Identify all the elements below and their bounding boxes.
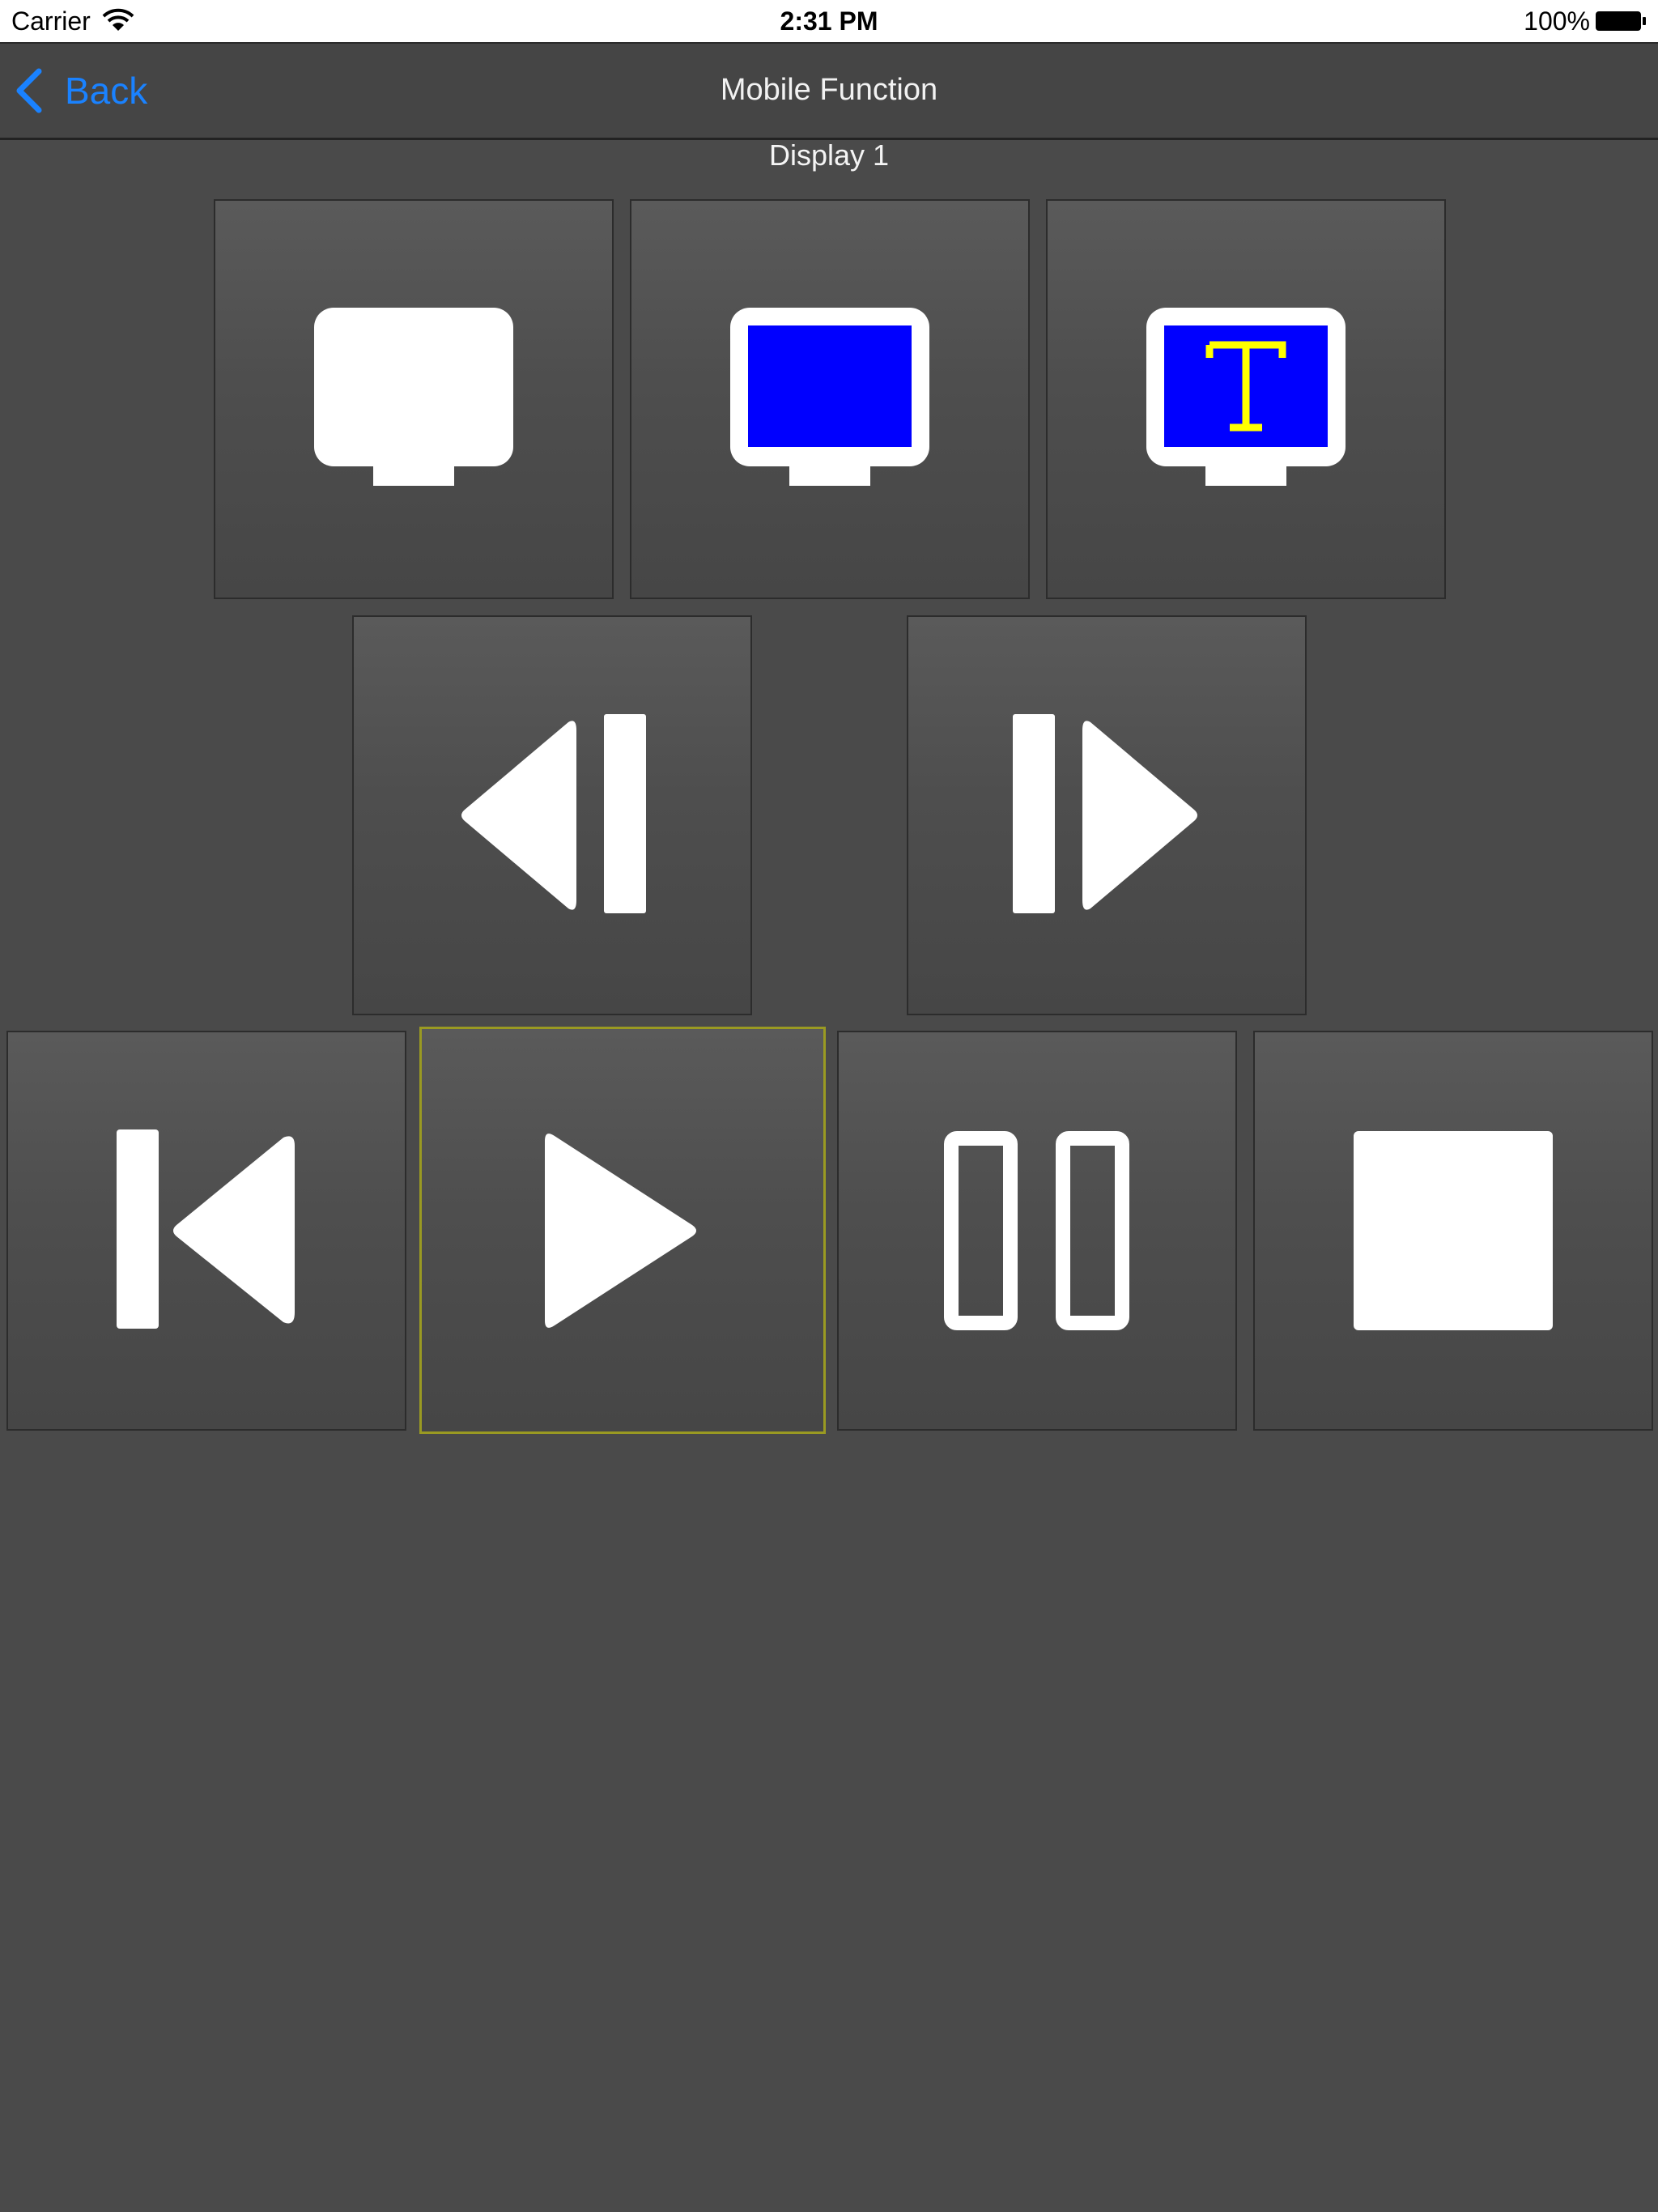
- main-panel: Display 1: [0, 138, 1658, 2212]
- battery-percentage: 100%: [1524, 6, 1590, 36]
- status-bar: Carrier 2:31 PM 100%: [0, 0, 1658, 42]
- skip-back-icon: [117, 1129, 295, 1329]
- status-time: 2:31 PM: [780, 6, 878, 36]
- next-frame-button[interactable]: [907, 615, 1307, 1015]
- section-title: Display 1: [768, 138, 890, 172]
- battery-icon: [1595, 10, 1647, 36]
- monitor-white-icon: [314, 308, 513, 486]
- play-button[interactable]: [419, 1027, 826, 1434]
- step-forward-icon: [1013, 714, 1197, 913]
- step-back-icon: [461, 714, 646, 913]
- display-white-button[interactable]: [214, 199, 614, 599]
- pause-button[interactable]: [837, 1031, 1237, 1431]
- previous-frame-button[interactable]: [352, 615, 752, 1015]
- skip-to-start-button[interactable]: [6, 1031, 406, 1431]
- pause-icon: [944, 1131, 1129, 1330]
- play-icon: [545, 1133, 696, 1328]
- stop-icon: [1354, 1131, 1553, 1330]
- monitor-text-icon: [1146, 308, 1346, 486]
- navigation-bar: Back Mobile Function: [0, 42, 1658, 140]
- stop-button[interactable]: [1253, 1031, 1653, 1431]
- page-title: Mobile Function: [720, 73, 938, 107]
- display-text-button[interactable]: [1046, 199, 1446, 599]
- display-blue-button[interactable]: [630, 199, 1030, 599]
- monitor-blue-icon: [730, 308, 929, 486]
